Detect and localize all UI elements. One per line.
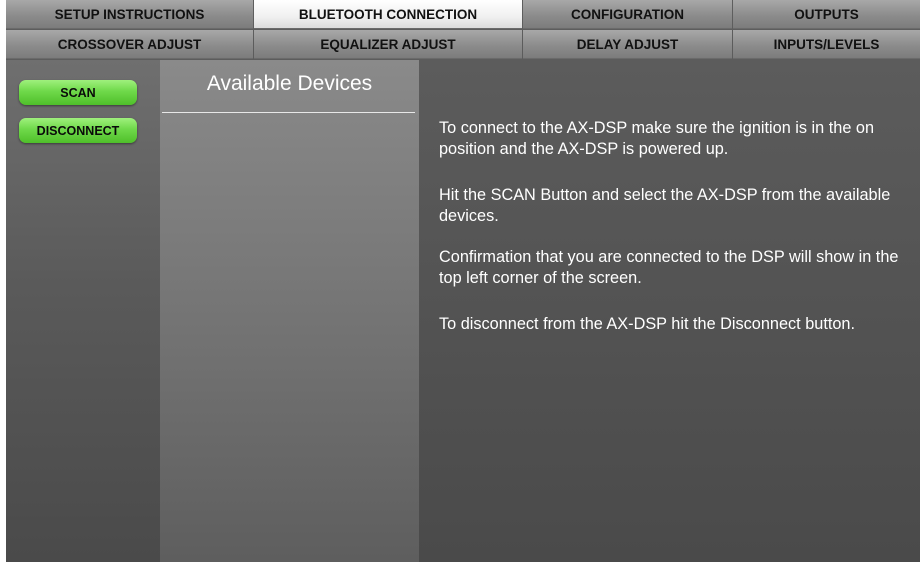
- tab-outputs[interactable]: OUTPUTS: [733, 0, 920, 29]
- tab-bluetooth-connection[interactable]: BLUETOOTH CONNECTION: [254, 0, 522, 29]
- available-devices-panel[interactable]: Available Devices: [160, 60, 419, 562]
- instructions-panel: To connect to the AX-DSP make sure the i…: [419, 60, 920, 562]
- tab-equalizer-adjust[interactable]: EQUALIZER ADJUST: [254, 30, 522, 59]
- instruction-text: To disconnect from the AX-DSP hit the Di…: [439, 315, 855, 333]
- tab-bar: SETUP INSTRUCTIONS BLUETOOTH CONNECTION …: [6, 0, 920, 60]
- instruction-text: Hit the SCAN Button and select the AX-DS…: [439, 186, 891, 225]
- tab-row-top: SETUP INSTRUCTIONS BLUETOOTH CONNECTION …: [6, 0, 920, 30]
- tab-row-bottom: CROSSOVER ADJUST EQUALIZER ADJUST DELAY …: [6, 30, 920, 60]
- instruction-text: Confirmation that you are connected to t…: [439, 248, 899, 287]
- devices-divider: [162, 112, 415, 113]
- scan-button[interactable]: SCAN: [19, 80, 137, 105]
- instruction-text: To connect to the AX-DSP make sure the i…: [439, 119, 875, 158]
- sidebar: SCAN DISCONNECT: [6, 60, 160, 562]
- tab-setup-instructions[interactable]: SETUP INSTRUCTIONS: [6, 0, 253, 29]
- app-window: SETUP INSTRUCTIONS BLUETOOTH CONNECTION …: [6, 0, 920, 562]
- devices-title: Available Devices: [206, 72, 373, 95]
- tab-configuration[interactable]: CONFIGURATION: [523, 0, 732, 29]
- disconnect-button[interactable]: DISCONNECT: [19, 118, 137, 143]
- tab-delay-adjust[interactable]: DELAY ADJUST: [523, 30, 732, 59]
- tab-inputs-levels[interactable]: INPUTS/LEVELS: [733, 30, 920, 59]
- tab-crossover-adjust[interactable]: CROSSOVER ADJUST: [6, 30, 253, 59]
